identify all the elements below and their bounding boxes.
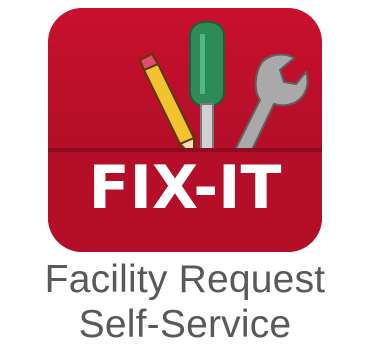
fix-it-app-tile[interactable]: FIX-IT <box>48 8 322 252</box>
fix-it-logo-text: FIX-IT <box>89 153 282 223</box>
fix-it-logo: FIX-IT <box>48 8 322 252</box>
app-launcher-page: FIX-IT Facility Request Self-Service <box>0 0 370 349</box>
app-label-line2: Self-Service <box>78 303 292 346</box>
app-label-line1: Facility Request <box>44 258 326 301</box>
